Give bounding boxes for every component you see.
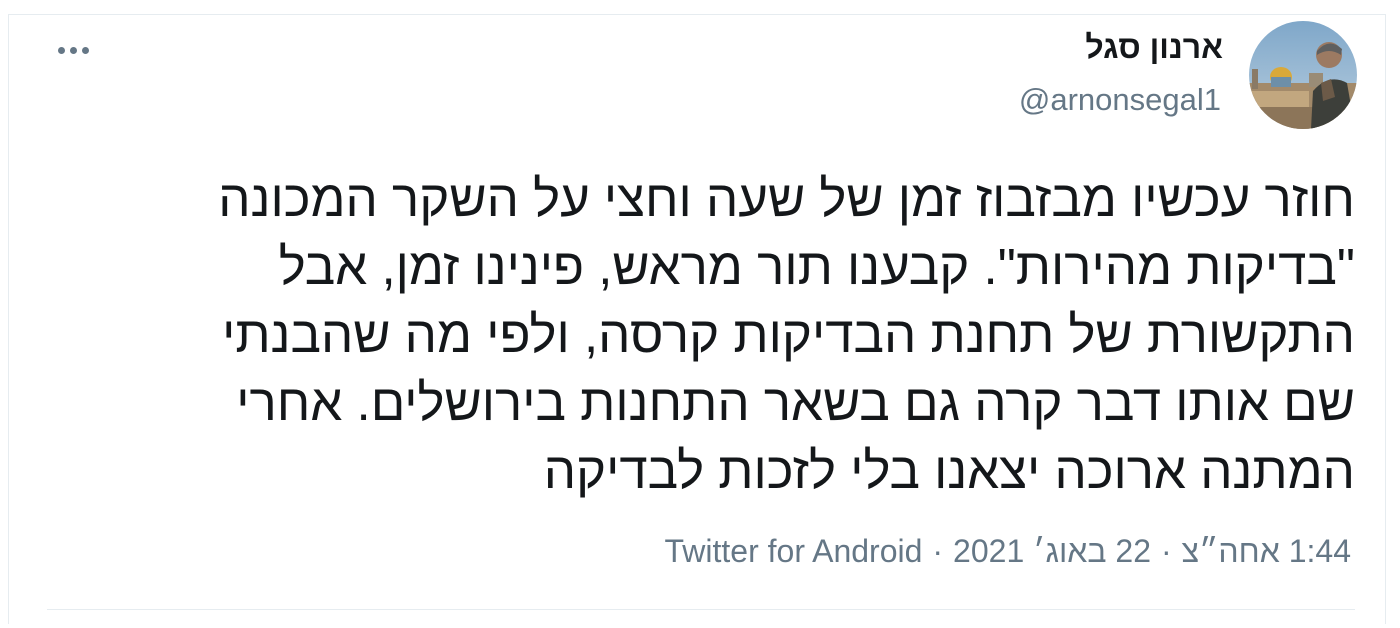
author-display-name[interactable]: ארנון סגל — [1085, 29, 1223, 66]
more-options-button[interactable] — [47, 33, 99, 67]
more-horizontal-icon-dot — [69, 46, 77, 54]
tweet-text: חוזר עכשיו מבזבוז זמן של שעה וחצי על השק… — [45, 165, 1355, 505]
tweet-text-line: התקשורת של תחנת הבדיקות קרסה, ולפי מה שה… — [222, 306, 1355, 363]
more-horizontal-icon-dot — [81, 46, 89, 54]
author-handle[interactable]: @arnonsegal1 — [1019, 82, 1221, 118]
tweet-text-line: שם אותו דבר קרה גם בשאר התחנות בירושלים.… — [236, 374, 1355, 431]
tweet-card: ארנון סגל @arnonsegal1 חוזר עכשיו מבזבוז… — [8, 14, 1386, 624]
tweet-date[interactable]: 22 באוג׳ 2021 — [953, 533, 1151, 569]
tweet-time[interactable]: 1:44 אחה״צ — [1182, 533, 1351, 569]
avatar[interactable] — [1249, 21, 1357, 129]
meta-separator: · — [1161, 533, 1172, 569]
more-horizontal-icon — [57, 46, 65, 54]
tweet-source-link[interactable]: Twitter for Android — [665, 533, 923, 569]
tweet-text-line: חוזר עכשיו מבזבוז זמן של שעה וחצי על השק… — [218, 170, 1355, 227]
tweet-text-line: "בדיקות מהירות". קבענו תור מראש, פינינו … — [278, 238, 1355, 295]
meta-separator: · — [932, 533, 944, 569]
tweet-metadata: 1:44 אחה״צ·22 באוג׳ 2021·Twitter for And… — [665, 533, 1352, 570]
tweet-text-line: המתנה ארוכה יצאנו בלי לזכות לבדיקה — [543, 442, 1355, 499]
divider — [47, 609, 1355, 610]
avatar-image — [1249, 21, 1357, 129]
